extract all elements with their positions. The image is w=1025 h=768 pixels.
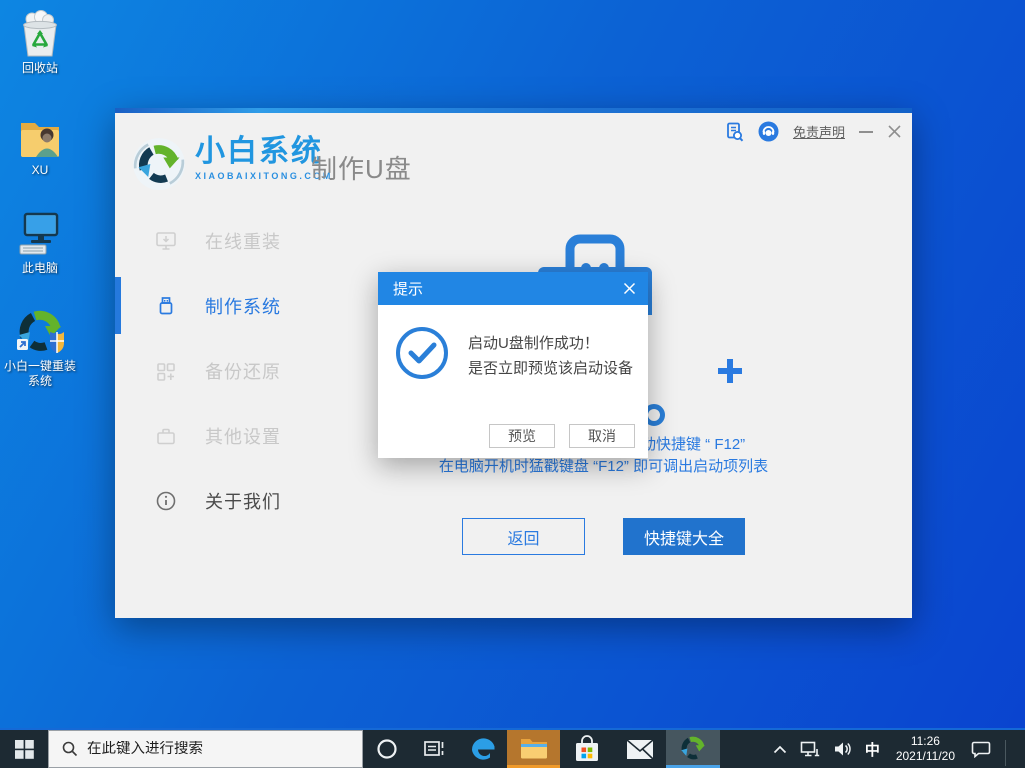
search-input[interactable] — [87, 741, 337, 757]
sidebar-item-label: 其他设置 — [205, 423, 281, 449]
xiaobai-logo-icon — [132, 137, 186, 196]
desktop-icon-recycle-bin[interactable]: 回收站 — [2, 10, 78, 76]
taskbar-divider — [1005, 740, 1006, 766]
task-view-icon — [423, 738, 447, 760]
settings-case-icon — [155, 425, 177, 447]
sidebar-item-about-us[interactable]: 关于我们 — [115, 468, 295, 533]
system-tray: 中 11:26 2021/11/20 — [770, 730, 1025, 768]
xiaobai-taskbar-button[interactable] — [666, 730, 720, 768]
desktop-icon-label: 小白一键重装系统 — [2, 359, 78, 389]
preview-button[interactable]: 预览 — [489, 424, 555, 448]
dialog-message-line2: 是否立即预览该启动设备 — [468, 356, 633, 381]
cortana-icon — [376, 738, 398, 760]
this-pc-icon — [2, 210, 78, 258]
user-folder-icon — [2, 112, 78, 160]
file-explorer-button[interactable] — [507, 730, 560, 768]
desktop-icon-label: 回收站 — [2, 61, 78, 76]
back-button[interactable]: 返回 — [462, 518, 585, 555]
edge-button[interactable] — [459, 730, 507, 768]
monitor-reinstall-icon — [155, 230, 177, 252]
info-icon — [155, 490, 177, 512]
sidebar-item-label: 制作系统 — [205, 293, 281, 319]
desktop-icon-xiaobai-app[interactable]: 小白一键重装系统 — [2, 308, 78, 389]
edge-icon — [468, 734, 498, 764]
tray-network-icon[interactable] — [797, 741, 823, 757]
hotkey-hint-line2: 在电脑开机时猛戳键盘 “F12” 即可调出启动项列表 — [295, 455, 912, 476]
hotkeys-list-button[interactable]: 快捷键大全 — [623, 518, 745, 555]
sidebar-item-label: 备份还原 — [205, 358, 281, 384]
tip-dialog: 提示 启动U盘制作成功！ 是否立即预览该启动设备 预览 取消 — [378, 272, 648, 458]
xiaobai-app-icon — [2, 308, 78, 356]
dialog-header: 提示 — [378, 272, 648, 305]
desktop-icon-this-pc[interactable]: 此电脑 — [2, 210, 78, 276]
sidebar-item-backup-restore[interactable]: 备份还原 — [115, 338, 295, 403]
sidebar-item-make-system[interactable]: 制作系统 — [115, 273, 295, 338]
recycle-bin-icon — [2, 10, 78, 58]
start-button[interactable] — [0, 730, 48, 768]
tray-chevron-up-icon[interactable] — [770, 745, 790, 754]
ime-indicator[interactable]: 中 — [862, 739, 883, 760]
hotkey-hint-line1: 动快捷键 “ F12” — [641, 433, 745, 454]
clock-date: 2021/11/20 — [896, 749, 955, 764]
store-button[interactable] — [560, 730, 613, 768]
xiaobai-taskbar-icon — [679, 734, 707, 762]
mail-icon — [626, 739, 654, 760]
sidebar-item-label: 关于我们 — [205, 488, 281, 514]
taskbar-search-box[interactable] — [48, 730, 363, 768]
windows-logo-icon — [15, 740, 34, 759]
dialog-body: 启动U盘制作成功！ 是否立即预览该启动设备 预览 取消 — [378, 305, 648, 458]
file-explorer-icon — [520, 736, 548, 760]
taskbar-clock[interactable]: 11:26 2021/11/20 — [890, 734, 961, 764]
desktop-icon-xu-folder[interactable]: XU — [2, 112, 78, 178]
sidebar-item-label: 在线重装 — [205, 228, 281, 254]
success-check-icon — [395, 326, 449, 385]
desktop-icon-label: XU — [2, 163, 78, 178]
sidebar-item-other-settings[interactable]: 其他设置 — [115, 403, 295, 468]
clock-time: 11:26 — [896, 734, 955, 749]
sidebar: 在线重装 制作系统 备份还原 其他设置 — [115, 208, 295, 533]
desktop-icon-label: 此电脑 — [2, 261, 78, 276]
dialog-title: 提示 — [393, 278, 423, 299]
taskbar: 中 11:26 2021/11/20 — [0, 728, 1025, 768]
dialog-message: 启动U盘制作成功！ 是否立即预览该启动设备 — [468, 331, 633, 381]
dialog-message-line1: 启动U盘制作成功！ — [468, 331, 633, 356]
dialog-close-icon[interactable] — [623, 282, 636, 295]
store-icon — [574, 735, 600, 763]
decor-plus-icon — [718, 359, 742, 383]
usb-drive-icon — [155, 295, 177, 317]
task-view-button[interactable] — [411, 730, 459, 768]
search-icon — [62, 741, 78, 757]
action-center-icon[interactable] — [968, 740, 994, 758]
xiaobai-app-window: 小白系统 XIAOBAIXITONG.COM 制作U盘 — [115, 108, 912, 618]
tray-volume-icon[interactable] — [830, 741, 855, 757]
taskbar-spacer — [720, 730, 770, 768]
cortana-button[interactable] — [363, 730, 411, 768]
cancel-button[interactable]: 取消 — [569, 424, 635, 448]
sidebar-item-online-reinstall[interactable]: 在线重装 — [115, 208, 295, 273]
mail-button[interactable] — [613, 730, 666, 768]
backup-restore-icon — [155, 360, 177, 382]
